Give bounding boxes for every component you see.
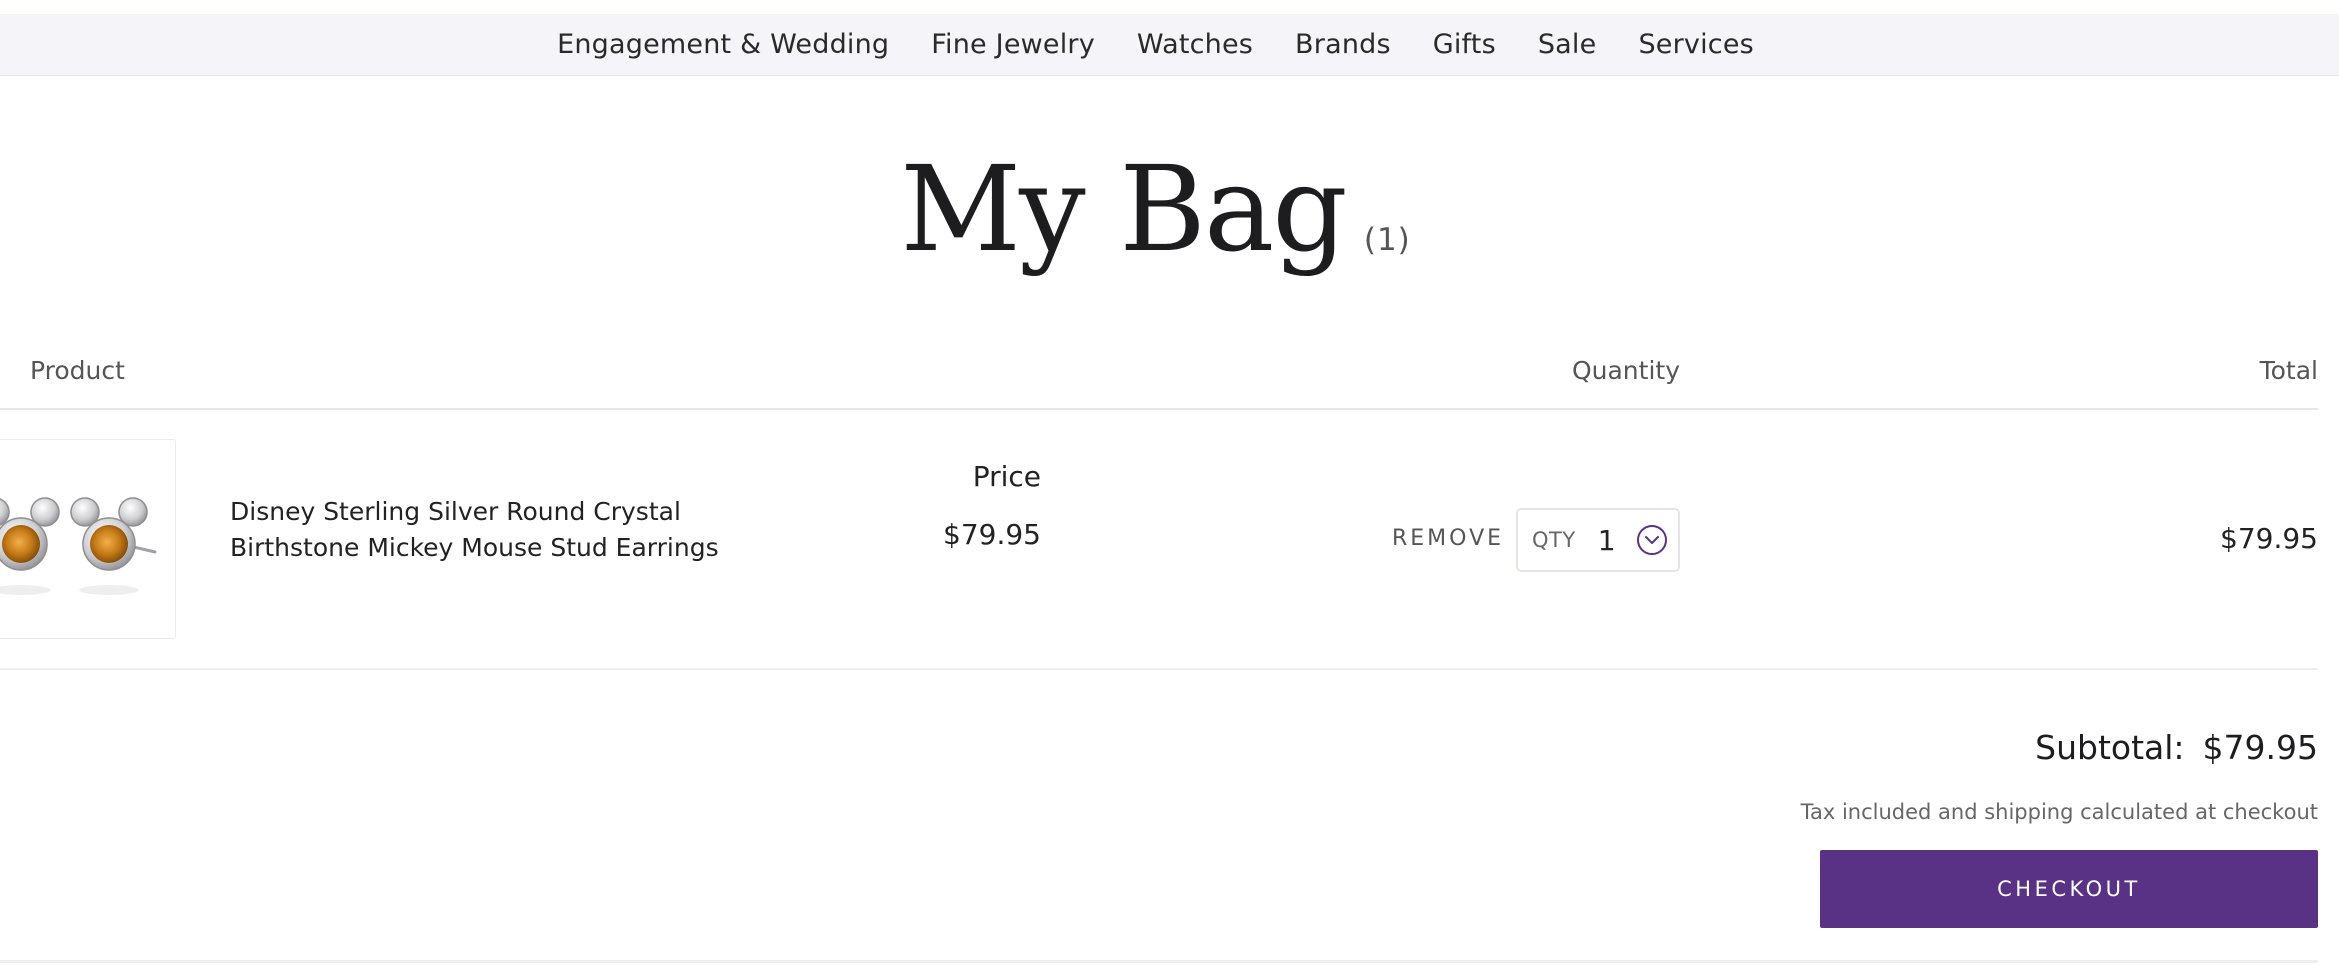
page-title-wrap: My Bag (1) (0, 150, 2339, 268)
product-name-line-1: Disney Sterling Silver Round Crystal (230, 497, 681, 526)
nav-item-fine-jewelry[interactable]: Fine Jewelry (910, 29, 1116, 60)
subtotal-value: $79.95 (2202, 728, 2318, 767)
bag-item-count: (1) (1363, 222, 1411, 258)
tax-shipping-note: Tax included and shipping calculated at … (1800, 800, 2318, 824)
divider (0, 960, 2318, 963)
main-navigation: Engagement & Wedding Fine Jewelry Watche… (0, 14, 2339, 76)
product-name-line-2: Birthstone Mickey Mouse Stud Earrings (230, 533, 719, 562)
nav-item-gifts[interactable]: Gifts (1412, 29, 1517, 60)
header-quantity: Quantity (1571, 356, 1680, 385)
nav-item-engagement-wedding[interactable]: Engagement & Wedding (536, 29, 910, 60)
page-title-text: My Bag (900, 140, 1348, 278)
checkout-button[interactable]: CHECKOUT (1820, 850, 2318, 928)
chevron-down-circle-icon (1637, 525, 1667, 555)
product-name-link[interactable]: Disney Sterling Silver Round Crystal Bir… (230, 494, 750, 566)
header-total: Total (2259, 356, 2318, 385)
line-total: $79.95 (2220, 522, 2318, 555)
header-product: Product (30, 356, 125, 385)
qty-label: QTY (1532, 528, 1576, 552)
product-price: $79.95 (943, 518, 1041, 551)
nav-item-sale[interactable]: Sale (1517, 29, 1618, 60)
product-thumbnail[interactable] (0, 439, 176, 639)
cart-table-header: Product Price Quantity Total (0, 352, 2318, 493)
mickey-earrings-icon (0, 497, 157, 595)
cart-row: Disney Sterling Silver Round Crystal Bir… (0, 410, 2318, 670)
nav-item-brands[interactable]: Brands (1274, 29, 1412, 60)
nav-list: Engagement & Wedding Fine Jewelry Watche… (536, 29, 1775, 60)
remove-button[interactable]: REMOVE (1392, 526, 1504, 551)
page-title: My Bag (1) (900, 150, 1411, 268)
quantity-select[interactable]: QTY 1 (1516, 508, 1680, 572)
top-strip (0, 0, 2339, 14)
qty-value: 1 (1597, 523, 1616, 557)
subtotal: Subtotal: $79.95 (2035, 728, 2318, 767)
nav-item-watches[interactable]: Watches (1116, 29, 1274, 60)
subtotal-label: Subtotal: (2035, 728, 2185, 767)
nav-item-services[interactable]: Services (1617, 29, 1774, 60)
